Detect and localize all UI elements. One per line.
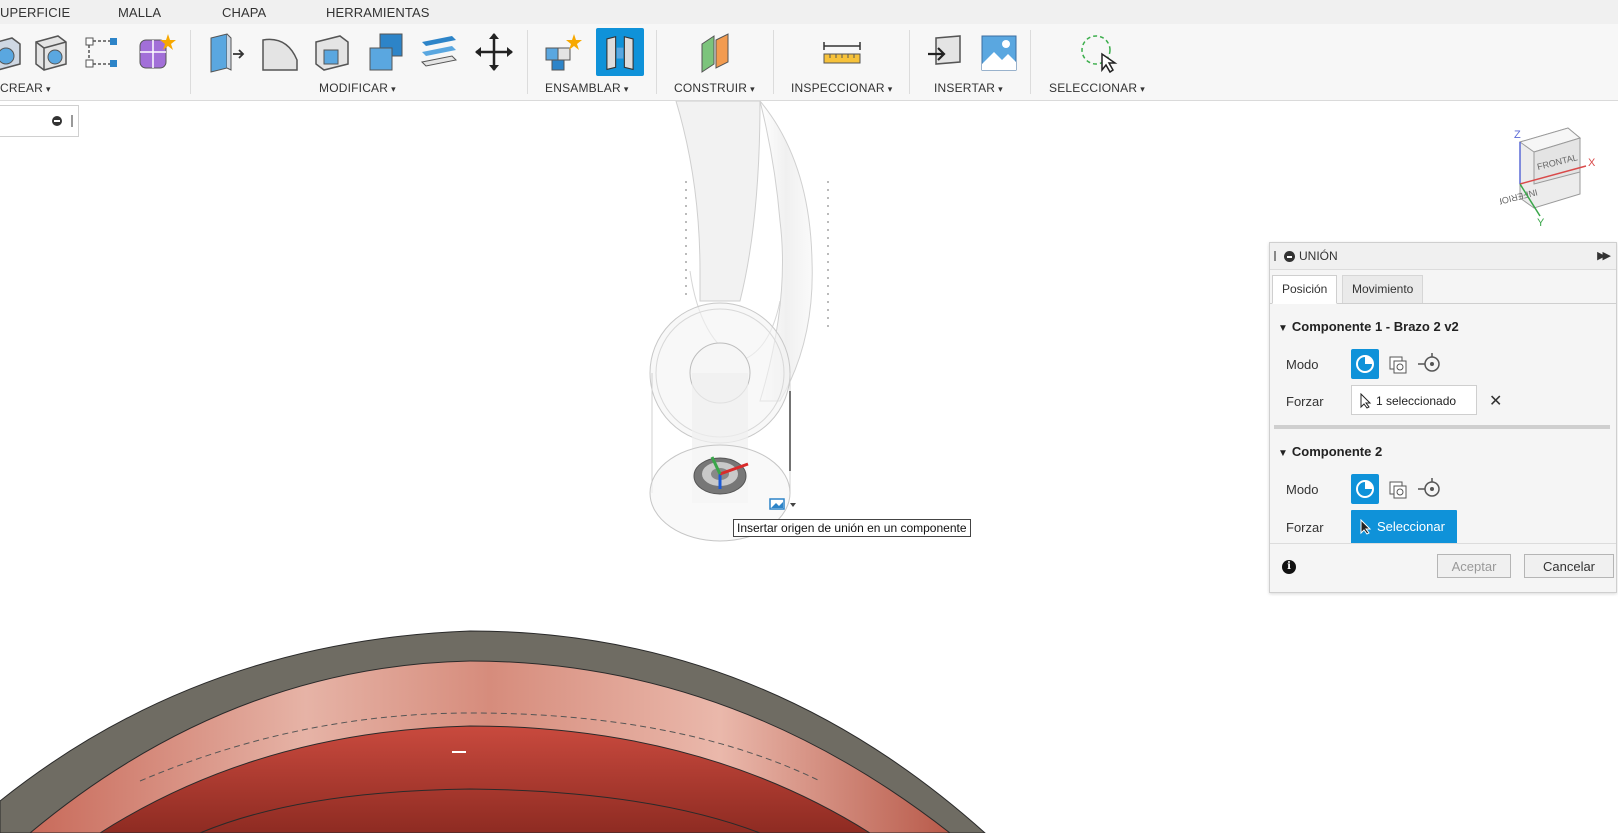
component1-header[interactable]: ▼ Componente 1 - Brazo 2 v2: [1278, 319, 1459, 334]
component2-mode-label: Modo: [1286, 482, 1319, 497]
group-create[interactable]: CREAR ▾: [0, 81, 51, 95]
dialog-footer: i Aceptar Cancelar: [1270, 543, 1616, 592]
group-insert[interactable]: INSERTAR ▾: [934, 81, 1003, 95]
collapse-icon[interactable]: [1284, 251, 1295, 262]
mode-between-button-2[interactable]: [1384, 474, 1412, 504]
axis-z-label: Z: [1514, 129, 1521, 141]
expand-icon[interactable]: ▶▶: [1597, 249, 1611, 262]
section-divider: [1274, 425, 1610, 429]
tab-sheet-metal[interactable]: CHAPA: [222, 5, 266, 20]
component2-header[interactable]: ▼ Componente 2: [1278, 444, 1382, 459]
mode-hole-center-button-2[interactable]: [1416, 474, 1444, 504]
mode-simple-button-2[interactable]: [1351, 474, 1379, 504]
cancel-button[interactable]: Cancelar: [1524, 554, 1614, 578]
tooltip: Insertar origen de unión en un component…: [733, 519, 971, 537]
press-pull-icon[interactable]: [203, 30, 247, 74]
group-assemble[interactable]: ENSAMBLAR ▾: [545, 81, 629, 95]
group-construct[interactable]: CONSTRUIR ▾: [674, 81, 755, 95]
axis-x-label: X: [1588, 157, 1596, 169]
mode-between-button[interactable]: [1384, 349, 1412, 379]
tab-surface[interactable]: UPERFICIE: [0, 5, 70, 20]
component2-force-label: Forzar: [1286, 520, 1324, 535]
tab-mesh[interactable]: MALLA: [118, 5, 161, 20]
ok-button[interactable]: Aceptar: [1437, 554, 1511, 578]
select-icon[interactable]: [1076, 30, 1120, 74]
select-button[interactable]: Seleccionar: [1351, 510, 1457, 544]
axis-y-label: Y: [1537, 217, 1545, 229]
component1-selection-field[interactable]: 1 seleccionado: [1351, 385, 1477, 415]
workspace-tab-strip: UPERFICIE MALLA CHAPA HERRAMIENTAS: [0, 0, 1618, 24]
base-part[interactable]: [0, 630, 986, 833]
component1-force-label: Forzar: [1286, 394, 1324, 409]
shell-icon[interactable]: [310, 30, 354, 74]
toolbar: CREAR ▾ MODIFICAR ▾ ENSAMBLAR ▾ CONSTRUIR ▾ …: [0, 24, 1618, 101]
joint-dialog: UNIÓN ▶▶ Posición Movimiento ▼ Componente…: [1269, 242, 1617, 593]
group-inspect[interactable]: INSPECCIONAR ▾: [791, 81, 892, 95]
info-icon[interactable]: i: [1282, 560, 1296, 574]
form-icon[interactable]: [134, 30, 178, 74]
sketch-icon[interactable]: [80, 30, 124, 74]
offset-face-icon[interactable]: [416, 30, 460, 74]
group-modify[interactable]: MODIFICAR ▾: [319, 81, 396, 95]
component1-mode-label: Modo: [1286, 357, 1319, 372]
mode-hole-center-button[interactable]: [1416, 349, 1444, 379]
view-cube[interactable]: FRONTAL INFERIOR Z X Y: [1500, 122, 1600, 232]
tab-position[interactable]: Posición: [1272, 275, 1338, 304]
group-select[interactable]: SELECCIONAR ▾: [1049, 81, 1145, 95]
dialog-header[interactable]: UNIÓN ▶▶: [1270, 243, 1616, 270]
box-icon[interactable]: [28, 30, 72, 74]
tab-motion[interactable]: Movimiento: [1342, 275, 1424, 303]
dialog-title: UNIÓN: [1299, 249, 1338, 263]
new-component-icon[interactable]: [540, 30, 584, 74]
move-icon[interactable]: [472, 30, 516, 74]
combine-icon[interactable]: [364, 30, 408, 74]
joint-icon[interactable]: [596, 28, 644, 76]
measure-icon[interactable]: [820, 30, 864, 74]
canvas-icon[interactable]: [976, 30, 1020, 74]
plane-icon[interactable]: [694, 30, 738, 74]
extrude-icon[interactable]: [0, 30, 26, 74]
grip-icon[interactable]: [1274, 251, 1276, 261]
tab-tools[interactable]: HERRAMIENTAS: [326, 5, 430, 20]
fillet-icon[interactable]: [257, 30, 301, 74]
origin-snap-dropdown[interactable]: [768, 494, 802, 514]
mode-simple-button[interactable]: [1351, 349, 1379, 379]
insert-mesh-icon[interactable]: [924, 30, 968, 74]
dialog-tabs: Posición Movimiento: [1270, 269, 1616, 304]
clear-selection-icon[interactable]: ✕: [1489, 391, 1502, 411]
